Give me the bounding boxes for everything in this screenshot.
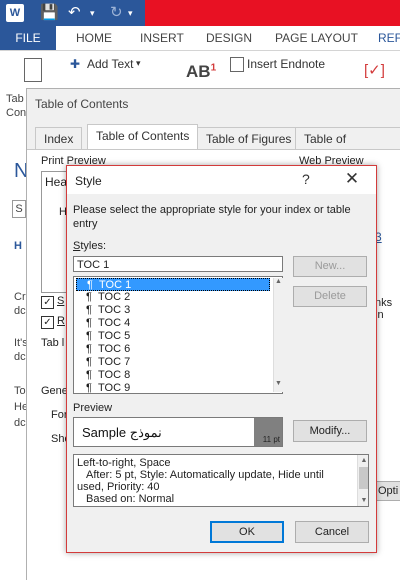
insert-endnote-button[interactable]: Insert Endnote — [247, 57, 325, 71]
styles-list[interactable]: ¶ TOC 1 ¶ TOC 2 ¶ TOC 3 ¶ TOC 4 ¶ TOC 5 ¶ TOC … — [73, 276, 283, 394]
doc-text-to: To — [14, 385, 26, 397]
cancel-button[interactable]: Cancel — [295, 521, 369, 543]
style-description: Left-to-right, Space After: 5 pt, Style:… — [73, 454, 369, 507]
tab-index[interactable]: Index — [35, 127, 83, 150]
description-scrollbar[interactable]: ▲ ▼ — [357, 455, 368, 506]
insert-footnote-icon[interactable]: AB1 — [186, 62, 216, 82]
show-page-numbers-label: S — [57, 295, 65, 307]
tab-references[interactable]: REFE — [378, 26, 400, 50]
list-item[interactable]: ¶ TOC 9 — [76, 382, 270, 395]
styles-label: Styles: — [73, 240, 107, 252]
scroll-up-icon[interactable]: ▲ — [274, 278, 283, 285]
style-dialog-title: Style — [75, 174, 102, 188]
toc-ribbon-label: Tab — [6, 93, 24, 105]
doc-text-dc2: dc — [14, 351, 26, 363]
description-line: After: 5 pt, Style: Automatically update… — [86, 469, 324, 481]
modify-button[interactable]: Modify... — [293, 420, 367, 442]
scroll-down-icon[interactable]: ▼ — [358, 495, 368, 506]
description-line: Left-to-right, Space — [77, 457, 171, 469]
print-preview-heading: Hea — [45, 175, 68, 189]
ok-button[interactable]: OK — [210, 521, 284, 543]
list-item[interactable]: ¶ TOC 1 — [76, 278, 270, 291]
preview-label: Preview — [73, 402, 113, 414]
help-button[interactable]: ? — [302, 171, 310, 187]
styles-list-scrollbar[interactable]: ▲ ▼ — [273, 278, 283, 392]
doc-heading-h: H — [14, 240, 22, 252]
insert-endnote-icon — [230, 57, 244, 72]
scrollbar-thumb[interactable] — [359, 467, 368, 489]
undo-dropdown-icon[interactable]: ▾ — [90, 8, 95, 19]
description-line: Based on: Normal — [86, 493, 175, 505]
table-of-contents-icon[interactable] — [24, 58, 42, 82]
close-icon[interactable]: ✕ — [342, 169, 362, 189]
doc-search-box[interactable]: S — [12, 200, 26, 218]
list-item[interactable]: ¶ TOC 2 — [76, 291, 270, 304]
options-button[interactable]: Opti — [373, 481, 400, 501]
tab-table-of-authorities[interactable]: Table of Authorities — [295, 127, 400, 168]
tab-leader-label: Tab l — [41, 337, 65, 349]
use-hyperlinks-label: nks in — [375, 297, 393, 321]
insert-citation-icon[interactable]: [✓] — [364, 61, 385, 79]
scroll-up-icon[interactable]: ▲ — [358, 455, 368, 467]
style-dialog-titlebar — [67, 166, 376, 194]
add-text-button[interactable]: Add Text — [87, 57, 133, 71]
tab-design[interactable]: DESIGN — [206, 26, 252, 50]
tab-insert[interactable]: INSERT — [140, 26, 184, 50]
style-instruction-text: Please select the appropriate style for … — [73, 204, 351, 230]
tab-home[interactable]: HOME — [76, 26, 112, 50]
new-style-button[interactable]: New... — [293, 256, 367, 277]
style-dialog: Style ? ✕ Please select the appropriate … — [66, 165, 377, 553]
tab-table-of-figures[interactable]: Table of Figures — [197, 127, 301, 150]
undo-icon[interactable]: ↶ — [68, 3, 81, 21]
show-page-numbers-checkbox[interactable]: ✓ — [41, 296, 54, 309]
tab-page-layout[interactable]: PAGE LAYOUT — [275, 26, 358, 50]
add-text-dropdown-icon[interactable]: ▾ — [136, 58, 141, 69]
list-item[interactable]: ¶ TOC 6 — [76, 343, 270, 356]
description-line: used, Priority: 40 — [77, 481, 160, 493]
preview-sample-text: Sample نموذج — [82, 425, 162, 440]
word-app-icon: W — [6, 4, 24, 22]
doc-text-dc3: dc — [14, 417, 26, 429]
title-bar-highlight — [145, 0, 400, 26]
scroll-down-icon[interactable]: ▼ — [274, 380, 283, 387]
add-text-icon: ✚ — [70, 57, 81, 71]
toc-dialog-title: Table of Contents — [35, 97, 129, 111]
redo-icon[interactable]: ↻ — [110, 3, 123, 21]
right-align-checkbox[interactable]: ✓ — [41, 316, 54, 329]
styles-input[interactable]: TOC 1 — [73, 256, 283, 272]
general-section-label: Gene — [41, 385, 68, 397]
list-item[interactable]: ¶ TOC 7 — [76, 356, 270, 369]
doc-text-dc: dc — [14, 305, 26, 317]
preview-font-size: 11 pt — [254, 418, 282, 446]
list-item[interactable]: ¶ TOC 5 — [76, 330, 270, 343]
doc-text-cr: Cr — [14, 291, 26, 303]
tab-file[interactable]: FILE — [0, 26, 56, 50]
tab-table-of-contents[interactable]: Table of Contents — [87, 124, 199, 150]
list-item[interactable]: ¶ TOC 4 — [76, 317, 270, 330]
toc-ribbon-label-2: Con — [6, 107, 27, 119]
delete-style-button[interactable]: Delete — [293, 286, 367, 307]
customize-qat-icon[interactable]: ▾ — [128, 8, 133, 19]
list-item[interactable]: ¶ TOC 8 — [76, 369, 270, 382]
right-align-label: R — [57, 315, 65, 327]
style-preview-box: Sample نموذج 11 pt — [73, 417, 283, 447]
list-item[interactable]: ¶ TOC 3 — [76, 304, 270, 317]
save-icon[interactable]: 💾 — [40, 3, 59, 21]
